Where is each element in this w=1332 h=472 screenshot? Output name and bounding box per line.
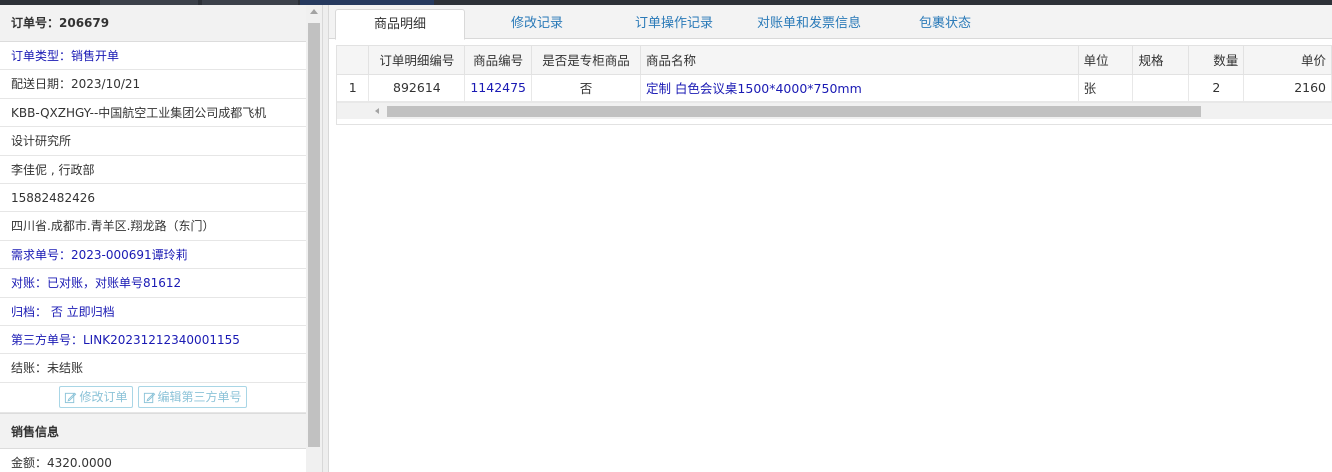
amount: 金额：4320.0000 [0, 449, 306, 472]
tab-product-details[interactable]: 商品明细 [335, 9, 465, 40]
delivery-date: 配送日期：2023/10/21 [0, 70, 306, 99]
table-header-row: 订单明细编号 商品编号 是否是专柜商品 商品名称 单位 规格 数量 单价 [337, 46, 1332, 75]
tab-statement-invoice[interactable]: 对账单和发票信息 [743, 9, 875, 39]
edit-third-party-button[interactable]: 编辑第三方单号 [137, 386, 247, 409]
scroll-left-arrow-icon[interactable] [375, 108, 379, 114]
edit-order-label: 修改订单 [79, 390, 128, 405]
column-header-unit[interactable]: 单位 [1078, 46, 1134, 75]
cell-detail-no: 892614 [368, 74, 466, 102]
scrollbar-thumb[interactable] [387, 106, 1201, 117]
column-header-product-name[interactable]: 商品名称 [640, 46, 1079, 75]
column-header-spec[interactable]: 规格 [1132, 46, 1190, 75]
edit-order-button[interactable]: 修改订单 [59, 386, 133, 409]
cell-is-counter: 否 [531, 74, 641, 102]
column-header-is-counter[interactable]: 是否是专柜商品 [531, 46, 641, 75]
product-table: 订单明细编号 商品编号 是否是专柜商品 商品名称 单位 规格 数量 单价 1 8… [337, 46, 1332, 102]
column-header-unit-price[interactable]: 单价 [1243, 46, 1332, 75]
column-header-quantity[interactable]: 数量 [1188, 46, 1245, 75]
demand-number-link[interactable]: 需求单号：2023-000691谭玲莉 [0, 241, 306, 270]
cell-quantity: 2 [1188, 74, 1245, 102]
sales-info-header: 销售信息 [0, 412, 306, 449]
customer-name-continued: 设计研究所 [0, 127, 306, 156]
tab-order-operation-log[interactable]: 订单操作记录 [609, 9, 739, 39]
settlement-status: 结账：未结账 [0, 354, 306, 383]
cell-product-no-link[interactable]: 1142475 [464, 74, 533, 102]
panel-splitter[interactable] [322, 5, 329, 472]
grid-horizontal-scrollbar[interactable] [337, 102, 1332, 119]
edit-icon [143, 392, 155, 403]
order-number-header: 订单号：206679 [0, 5, 306, 42]
cell-unit: 张 [1078, 74, 1134, 102]
tab-package-status[interactable]: 包裹状态 [895, 9, 995, 39]
contact-phone: 15882482426 [0, 184, 306, 213]
reconciliation-link[interactable]: 对账：已对账，对账单号81612 [0, 269, 306, 298]
edit-icon [65, 392, 77, 403]
order-actions: 修改订单 编辑第三方单号 [0, 383, 306, 413]
table-row[interactable]: 1 892614 1142475 否 定制 白色会议桌1500*4000*750… [337, 74, 1332, 102]
third-party-number-link[interactable]: 第三方单号：LINK20231212340001155 [0, 326, 306, 355]
row-index: 1 [337, 74, 370, 102]
column-header-product-no[interactable]: 商品编号 [464, 46, 533, 75]
delivery-address: 四川省.成都市.青羊区.翔龙路（东门） [0, 212, 306, 241]
product-grid: 订单明细编号 商品编号 是否是专柜商品 商品名称 单位 规格 数量 单价 1 8… [336, 45, 1332, 125]
order-info-panel: 订单号：206679 订单类型：销售开单 配送日期：2023/10/21 KBB… [0, 5, 306, 472]
scroll-up-arrow-icon[interactable] [310, 9, 318, 14]
contact-person: 李佳伲 , 行政部 [0, 156, 306, 184]
column-header-detail-no[interactable]: 订单明细编号 [368, 46, 466, 75]
column-header-index [337, 46, 370, 75]
tab-change-log[interactable]: 修改记录 [479, 9, 595, 39]
order-type: 订单类型：销售开单 [0, 42, 306, 71]
left-panel-scrollbar[interactable] [306, 5, 322, 472]
cell-spec [1132, 74, 1190, 102]
archive-link[interactable]: 归档： 否 立即归档 [0, 298, 306, 326]
cell-product-name-link[interactable]: 定制 白色会议桌1500*4000*750mm [640, 74, 1079, 102]
edit-third-party-label: 编辑第三方单号 [157, 390, 242, 405]
scrollbar-thumb[interactable] [308, 23, 320, 447]
customer-name: KBB-QXZHGY--中国航空工业集团公司成都飞机 [0, 99, 306, 128]
tab-bar: 商品明细 修改记录 订单操作记录 对账单和发票信息 包裹状态 [329, 5, 1332, 40]
cell-unit-price: 2160 [1243, 74, 1332, 102]
detail-area: 商品明细 修改记录 订单操作记录 对账单和发票信息 包裹状态 订单明细编号 商品… [329, 5, 1332, 472]
